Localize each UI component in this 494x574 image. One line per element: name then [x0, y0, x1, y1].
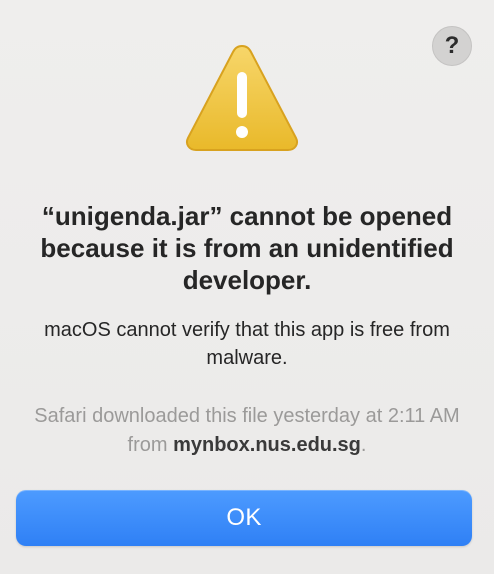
download-host: mynbox.nus.edu.sg [173, 434, 361, 456]
ok-button-label: OK [226, 504, 262, 531]
alert-dialog: ? “unigenda.jar” cannot be opened becaus… [0, 0, 494, 574]
alert-message: macOS cannot verify that this app is fre… [44, 319, 450, 369]
alert-title: “unigenda.jar” cannot be opened because … [40, 201, 454, 295]
download-info-suffix: . [360, 434, 367, 456]
question-mark-icon: ? [444, 32, 460, 59]
warning-triangle-icon [186, 44, 298, 151]
download-info: Safari downloaded this file yesterday at… [20, 402, 474, 460]
help-button[interactable]: ? [432, 26, 472, 66]
ok-button[interactable]: OK [16, 490, 472, 546]
